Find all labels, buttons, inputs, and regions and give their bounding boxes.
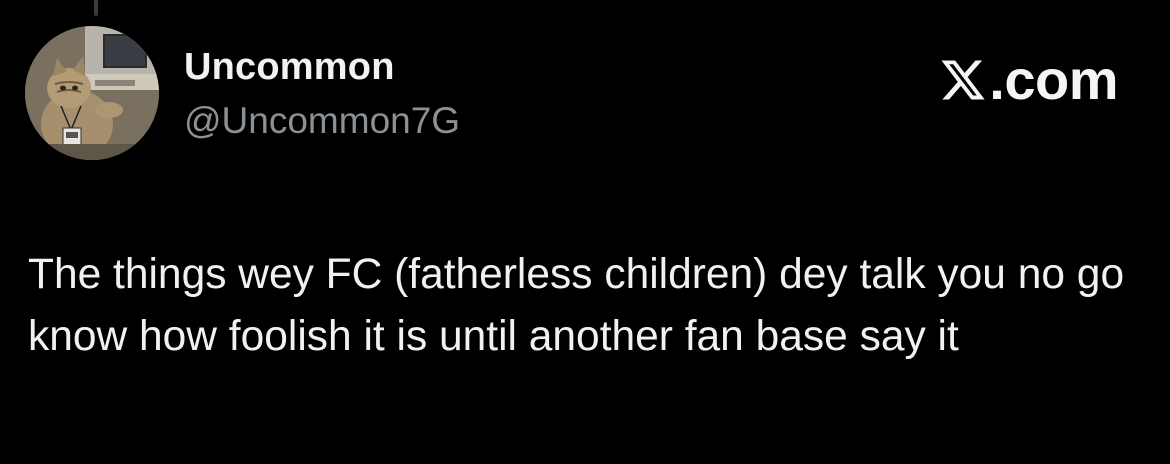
brand-watermark: .com — [939, 50, 1118, 110]
avatar[interactable] — [25, 26, 159, 160]
author-display-name[interactable]: Uncommon — [184, 44, 395, 90]
brand-domain-text: .com — [989, 48, 1118, 111]
thread-connector-line — [94, 0, 98, 16]
x-logo-icon — [941, 60, 985, 100]
avatar-image — [25, 26, 159, 160]
tweet-body-text: The things wey FC (fatherless children) … — [28, 251, 1125, 360]
author-handle[interactable]: @Uncommon7G — [184, 98, 460, 144]
